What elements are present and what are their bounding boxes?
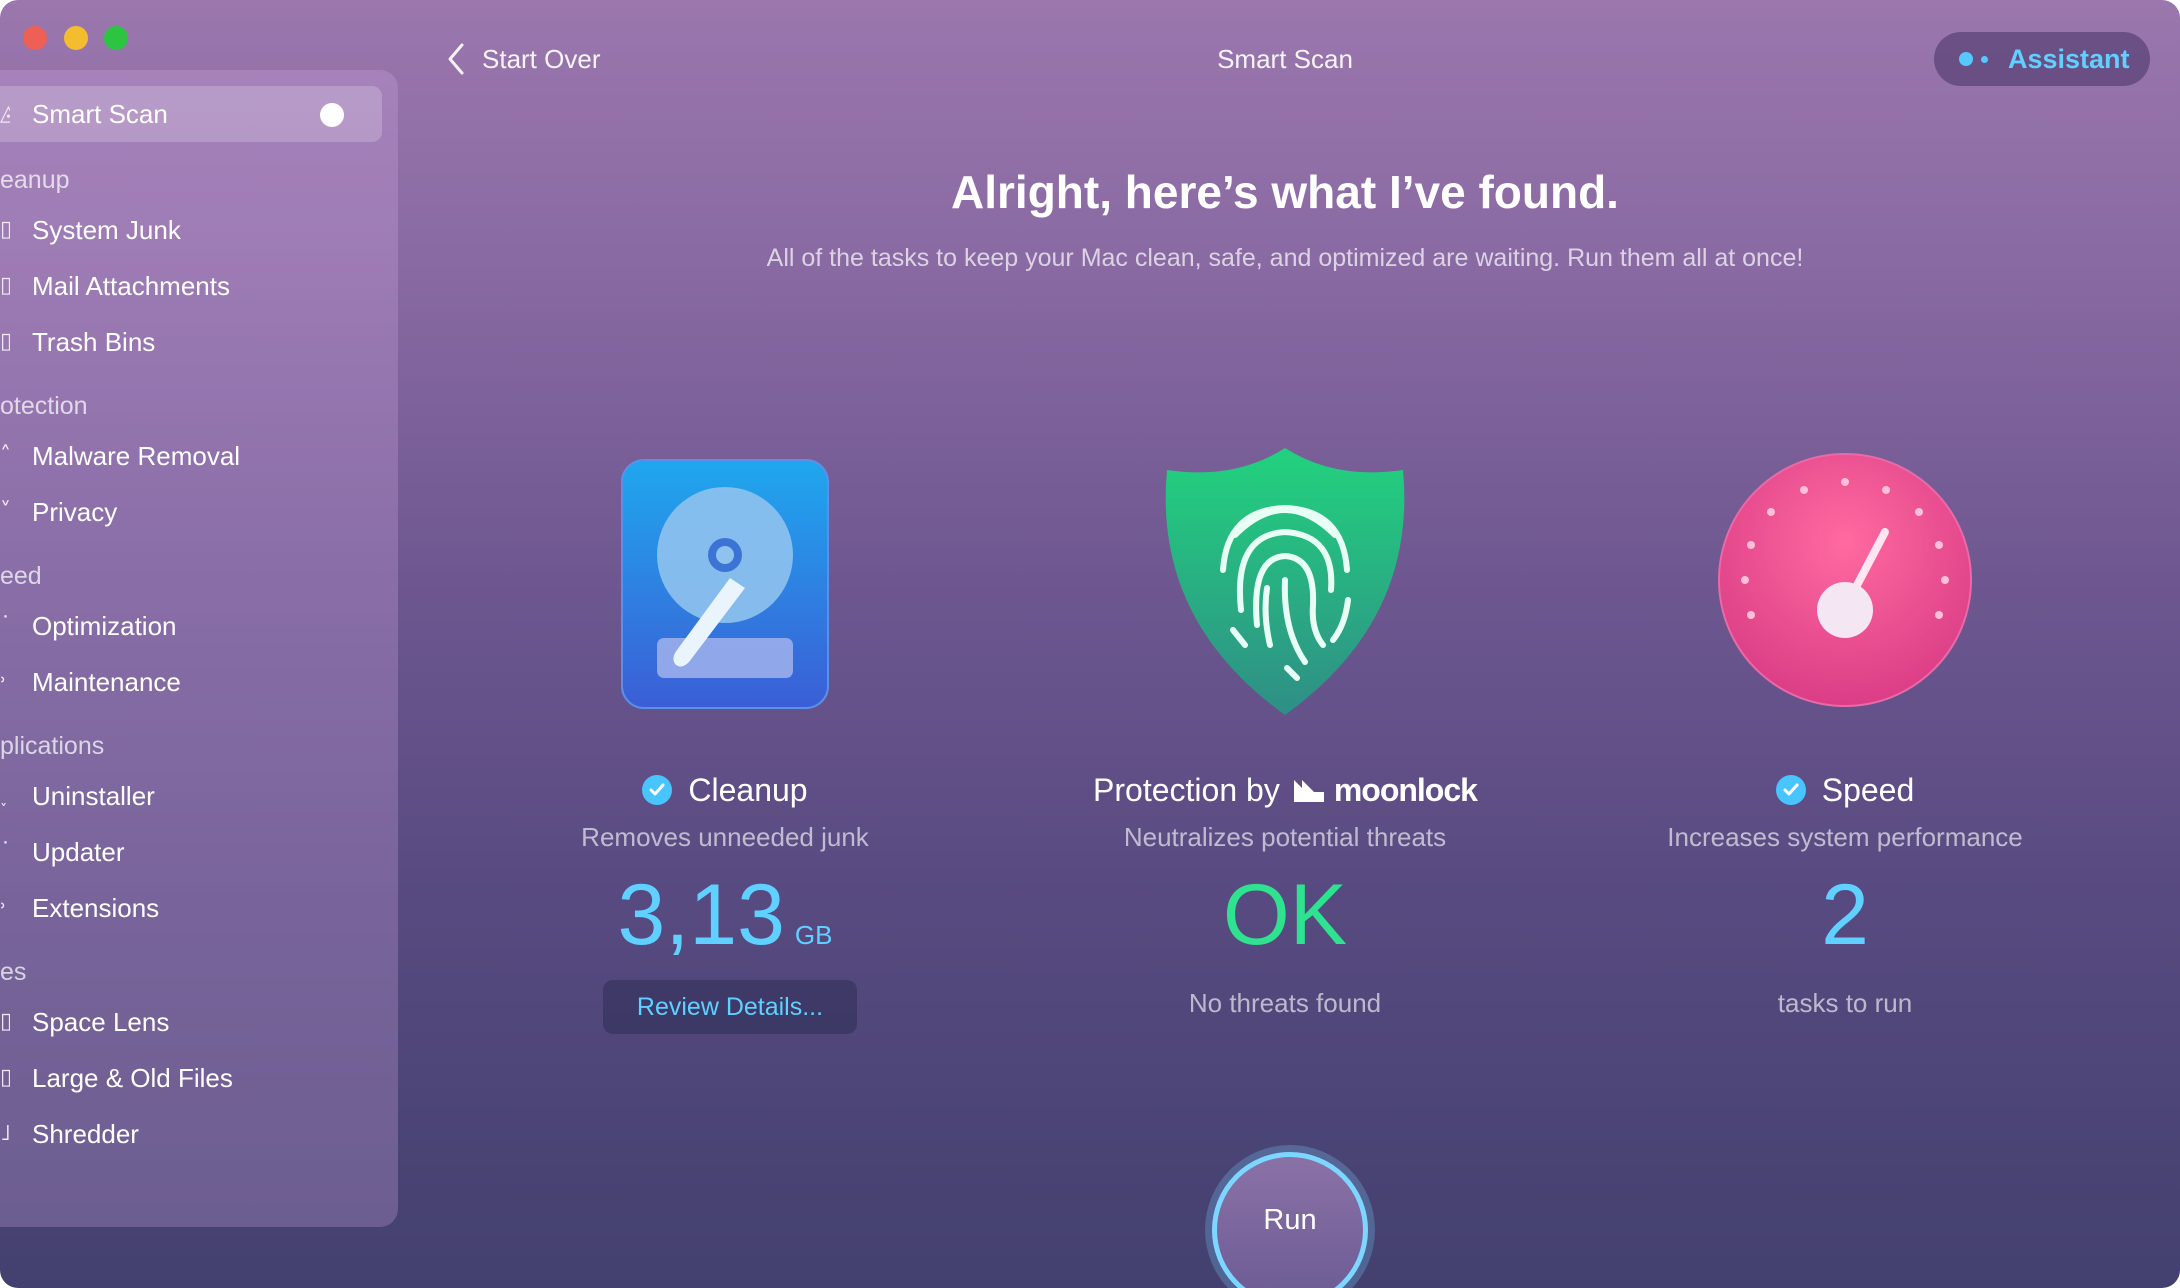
sidebar-item-label: Shredder bbox=[32, 1118, 139, 1149]
page-subline: All of the tasks to keep your Mac clean,… bbox=[766, 244, 1804, 272]
speed-note: tasks to run bbox=[1777, 988, 1913, 1018]
sidebar-item-updater[interactable]: ˙ Updater bbox=[0, 824, 382, 880]
sidebar-section-files: es bbox=[0, 958, 27, 986]
protection-title: Protection by bbox=[1093, 771, 1280, 808]
active-indicator-dot bbox=[320, 103, 344, 127]
sidebar-item-smart-scan[interactable]: ◬ Smart Scan bbox=[0, 86, 382, 142]
updater-icon: ˙ bbox=[0, 839, 10, 864]
sidebar-item-label: Extensions bbox=[32, 892, 160, 923]
cleanup-title: Cleanup bbox=[688, 771, 808, 808]
speed-value: 2 bbox=[1821, 867, 1869, 963]
smart-scan-icon: ◬ bbox=[0, 101, 10, 126]
sidebar-section-speed: eed bbox=[0, 562, 42, 590]
sidebar-section-protection: otection bbox=[0, 392, 88, 420]
close-window-button[interactable] bbox=[23, 26, 47, 50]
checkmark-icon bbox=[642, 775, 673, 805]
protection-note: No threats found bbox=[1188, 988, 1382, 1018]
protection-title-row: Protection by moonlock bbox=[1005, 765, 1565, 815]
speed-title-row: Speed bbox=[1565, 765, 2125, 815]
extensions-icon: ˒ bbox=[0, 895, 7, 920]
sidebar-item-space-lens[interactable]: ▯ Space Lens bbox=[0, 994, 382, 1050]
system-junk-icon: ▯ bbox=[0, 217, 10, 242]
privacy-icon: ˅ bbox=[0, 499, 10, 524]
cleanup-title-row: Cleanup bbox=[445, 765, 1005, 815]
minimize-window-button[interactable] bbox=[64, 26, 88, 50]
speed-icon-area bbox=[1565, 440, 2125, 720]
app-window: ◬ Smart Scan eanup ▯ System Junk ▯ Mail … bbox=[0, 0, 2180, 1288]
shield-fingerprint-icon bbox=[1165, 448, 1405, 715]
sidebar-item-system-junk[interactable]: ▯ System Junk bbox=[0, 202, 382, 258]
start-over-label: Start Over bbox=[482, 43, 601, 74]
cleanup-description: Removes unneeded junk bbox=[581, 822, 869, 852]
assistant-dot-small-icon bbox=[1981, 56, 1988, 63]
hard-drive-icon bbox=[621, 459, 829, 709]
cleanup-unit: GB bbox=[794, 920, 833, 950]
protection-card: Protection by moonlock Neutralizes poten… bbox=[1005, 440, 1565, 1080]
assistant-dot-icon bbox=[1959, 52, 1973, 66]
sidebar-item-uninstaller[interactable]: ˯ Uninstaller bbox=[0, 768, 382, 824]
sidebar-item-shredder[interactable]: ˩ Shredder bbox=[0, 1106, 382, 1162]
sidebar-item-label: Smart Scan bbox=[32, 98, 168, 129]
moonlock-brand: moonlock bbox=[1333, 771, 1478, 808]
window-title: Smart Scan bbox=[1217, 44, 1353, 74]
sidebar-item-label: Large & Old Files bbox=[32, 1062, 233, 1093]
space-lens-icon: ▯ bbox=[0, 1009, 10, 1034]
review-details-button[interactable]: Review Details... bbox=[603, 980, 857, 1034]
sidebar-item-label: Maintenance bbox=[32, 666, 181, 697]
cleanup-value: 3,13 bbox=[617, 867, 785, 963]
sidebar-item-trash-bins[interactable]: ▯ Trash Bins bbox=[0, 314, 382, 370]
protection-icon-area bbox=[1005, 440, 1565, 720]
cleanup-value-row: 3,13 GB bbox=[445, 872, 1005, 958]
sidebar-item-maintenance[interactable]: ˒ Maintenance bbox=[0, 654, 382, 710]
page-headline: Alright, here’s what I’ve found. bbox=[951, 166, 1619, 218]
uninstaller-icon: ˯ bbox=[0, 783, 8, 808]
sidebar-section-applications: plications bbox=[0, 732, 105, 760]
cleanup-icon-area bbox=[445, 440, 1005, 720]
sidebar-item-label: Optimization bbox=[32, 610, 177, 641]
start-over-button[interactable]: Start Over bbox=[442, 38, 600, 80]
run-label: Run bbox=[1263, 1203, 1317, 1236]
speed-title: Speed bbox=[1821, 771, 1915, 808]
sidebar-item-label: Uninstaller bbox=[32, 780, 155, 811]
protection-value: OK bbox=[1222, 867, 1348, 963]
zoom-window-button[interactable] bbox=[104, 26, 128, 50]
trash-icon: ▯ bbox=[0, 329, 10, 354]
shredder-icon: ˩ bbox=[0, 1121, 10, 1146]
sidebar-item-label: Mail Attachments bbox=[32, 270, 230, 301]
sidebar-item-label: Updater bbox=[32, 836, 125, 867]
chevron-left-icon bbox=[448, 43, 464, 75]
sidebar-item-label: Privacy bbox=[32, 496, 118, 527]
maintenance-icon: ˒ bbox=[0, 669, 7, 694]
malware-icon: ˄ bbox=[0, 443, 10, 468]
sidebar-item-label: Trash Bins bbox=[32, 326, 156, 357]
sidebar-item-large-old-files[interactable]: ▯ Large & Old Files bbox=[0, 1050, 382, 1106]
sidebar-item-extensions[interactable]: ˒ Extensions bbox=[0, 880, 382, 936]
speed-description: Increases system performance bbox=[1667, 822, 2023, 852]
sidebar: ◬ Smart Scan eanup ▯ System Junk ▯ Mail … bbox=[0, 70, 398, 1227]
sidebar-item-malware-removal[interactable]: ˄ Malware Removal bbox=[0, 428, 382, 484]
sidebar-item-label: Malware Removal bbox=[32, 440, 241, 471]
sidebar-item-mail-attachments[interactable]: ▯ Mail Attachments bbox=[0, 258, 382, 314]
large-old-files-icon: ▯ bbox=[0, 1065, 10, 1090]
cleanup-card: Cleanup Removes unneeded junk 3,13 GB Rev… bbox=[445, 440, 1005, 1080]
sidebar-item-optimization[interactable]: ˙ Optimization bbox=[0, 598, 382, 654]
assistant-button[interactable]: Assistant bbox=[1934, 32, 2150, 86]
moonlock-mark-icon bbox=[1293, 780, 1324, 802]
protection-description: Neutralizes potential threats bbox=[1123, 822, 1447, 852]
sidebar-item-label: System Junk bbox=[32, 214, 181, 245]
sidebar-item-privacy[interactable]: ˅ Privacy bbox=[0, 484, 382, 540]
checkmark-icon bbox=[1775, 775, 1806, 805]
speed-card: Speed Increases system performance 2 tas… bbox=[1565, 440, 2125, 1080]
moonlock-logo: moonlock bbox=[1292, 771, 1478, 809]
mail-attachments-icon: ▯ bbox=[0, 273, 10, 298]
optimization-icon: ˙ bbox=[0, 613, 10, 638]
assistant-label: Assistant bbox=[2008, 44, 2130, 74]
speedometer-icon bbox=[1718, 453, 1972, 707]
sidebar-item-label: Space Lens bbox=[32, 1006, 170, 1037]
sidebar-section-cleanup: eanup bbox=[0, 166, 70, 194]
